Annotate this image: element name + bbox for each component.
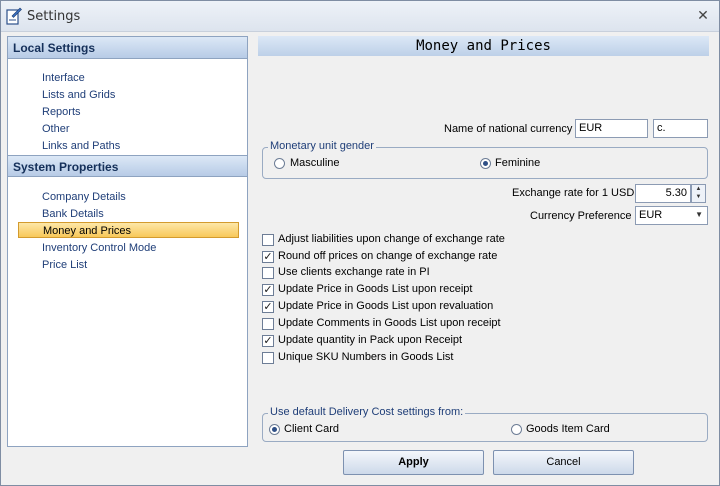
settings-app-icon — [6, 7, 22, 25]
option-label[interactable]: Update Price in Goods List upon receipt — [278, 283, 472, 295]
option-label[interactable]: Update quantity in Pack upon Receipt — [278, 334, 462, 346]
sidebar-item-money-and-prices[interactable]: Money and Prices — [18, 222, 239, 238]
window-title: Settings — [27, 9, 81, 24]
option-label[interactable]: Round off prices on change of exchange r… — [278, 250, 497, 262]
option-checkbox[interactable] — [262, 267, 274, 279]
sidebar-item-reports[interactable]: Reports — [42, 104, 81, 120]
currency-preference-label: Currency Preference — [530, 210, 632, 222]
close-icon[interactable]: ✕ — [695, 7, 711, 23]
settings-sidebar: Local Settings Interface Lists and Grids… — [7, 36, 248, 447]
monetary-gender-title: Monetary unit gender — [268, 140, 376, 152]
panel-title: Money and Prices — [258, 36, 709, 56]
sidebar-item-interface[interactable]: Interface — [42, 70, 85, 86]
feminine-label[interactable]: Feminine — [495, 157, 540, 169]
exchange-rate-spinner[interactable]: ▲ ▼ — [691, 184, 706, 203]
sidebar-item-bank-details[interactable]: Bank Details — [42, 206, 104, 222]
feminine-radio[interactable] — [480, 158, 491, 169]
option-label[interactable]: Use clients exchange rate in PI — [278, 266, 430, 278]
national-currency-label: Name of national currency — [444, 123, 573, 135]
currency-preference-select[interactable]: EUR ▼ — [635, 206, 708, 225]
exchange-rate-input[interactable]: 5.30 — [635, 184, 691, 203]
option-label[interactable]: Update Comments in Goods List upon recei… — [278, 317, 501, 329]
delivery-cost-title: Use default Delivery Cost settings from: — [268, 406, 466, 418]
goods-item-card-radio[interactable] — [511, 424, 522, 435]
spin-down-icon[interactable]: ▼ — [692, 193, 705, 201]
option-label[interactable]: Unique SKU Numbers in Goods List — [278, 351, 453, 363]
sidebar-item-links-and-paths[interactable]: Links and Paths — [42, 138, 120, 154]
sidebar-item-inventory-control-mode[interactable]: Inventory Control Mode — [42, 240, 156, 256]
client-card-label[interactable]: Client Card — [284, 423, 339, 435]
option-label[interactable]: Adjust liabilities upon change of exchan… — [278, 233, 505, 245]
apply-button[interactable]: Apply — [343, 450, 484, 475]
option-checkbox[interactable]: ✓ — [262, 301, 274, 313]
system-properties-header[interactable]: System Properties — [8, 155, 247, 177]
national-currency-short-input[interactable]: c. — [653, 119, 708, 138]
masculine-label[interactable]: Masculine — [290, 157, 340, 169]
spin-up-icon[interactable]: ▲ — [692, 185, 705, 193]
goods-item-card-label[interactable]: Goods Item Card — [526, 423, 610, 435]
chevron-down-icon[interactable]: ▼ — [695, 210, 703, 219]
national-currency-input[interactable]: EUR — [575, 119, 648, 138]
option-checkbox[interactable] — [262, 318, 274, 330]
sidebar-item-lists-and-grids[interactable]: Lists and Grids — [42, 87, 115, 103]
option-checkbox[interactable]: ✓ — [262, 335, 274, 347]
sidebar-item-price-list[interactable]: Price List — [42, 257, 87, 273]
masculine-radio[interactable] — [274, 158, 285, 169]
currency-preference-value: EUR — [639, 209, 663, 221]
client-card-radio[interactable] — [269, 424, 280, 435]
option-checkbox[interactable] — [262, 234, 274, 246]
option-checkbox[interactable]: ✓ — [262, 251, 274, 263]
title-bar: Settings ✕ — [1, 1, 719, 32]
option-label[interactable]: Update Price in Goods List upon revaluat… — [278, 300, 493, 312]
sidebar-item-other[interactable]: Other — [42, 121, 70, 137]
local-settings-header[interactable]: Local Settings — [8, 37, 247, 59]
option-checkbox[interactable] — [262, 352, 274, 364]
sidebar-item-company-details[interactable]: Company Details — [42, 189, 126, 205]
cancel-button[interactable]: Cancel — [493, 450, 634, 475]
exchange-rate-label: Exchange rate for 1 USD — [512, 187, 635, 199]
option-checkbox[interactable]: ✓ — [262, 284, 274, 296]
dialog-body: Local Settings Interface Lists and Grids… — [1, 32, 719, 485]
settings-window: Settings ✕ Local Settings Interface List… — [0, 0, 720, 486]
